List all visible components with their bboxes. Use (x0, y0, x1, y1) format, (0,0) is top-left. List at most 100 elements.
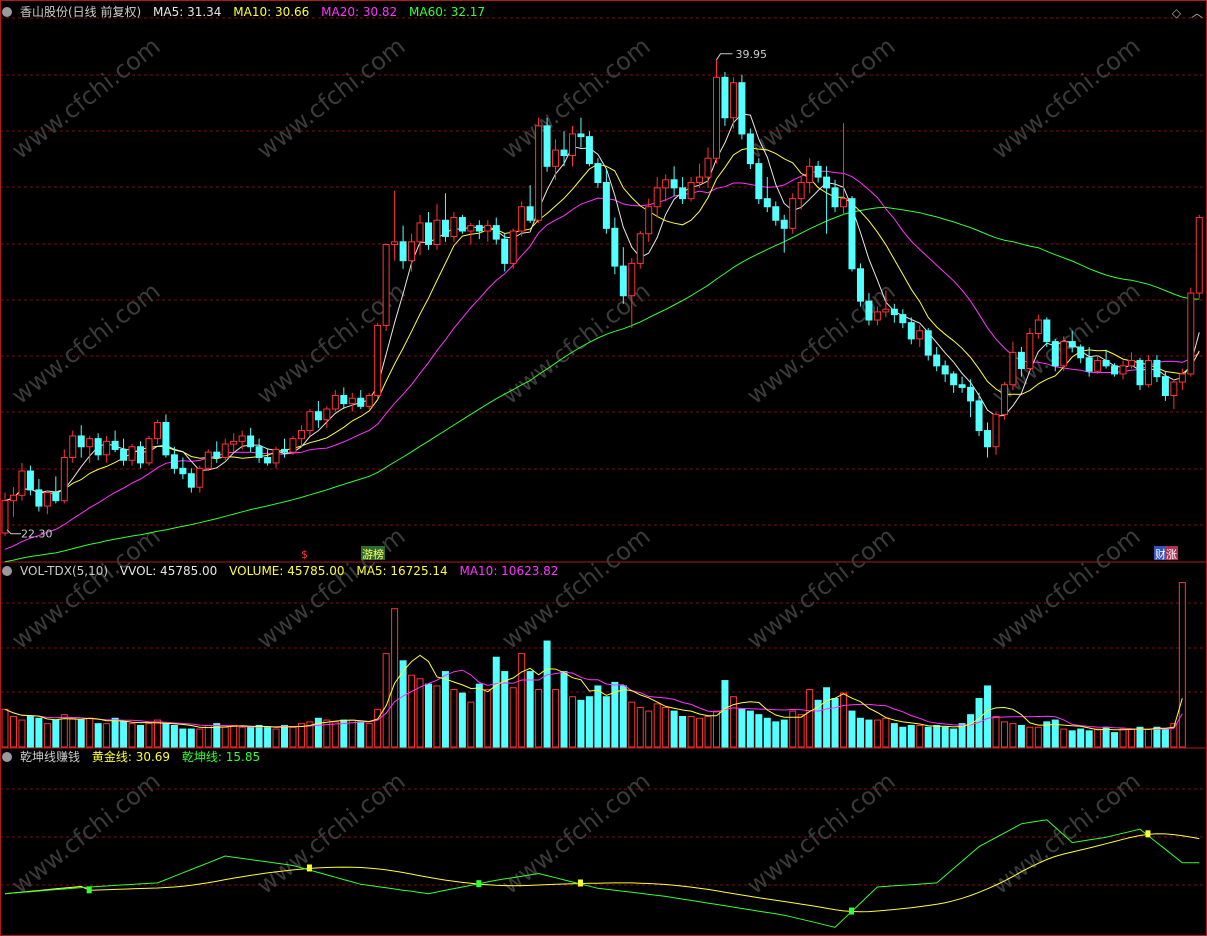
volume-bar (636, 706, 644, 748)
volume-bar (780, 719, 788, 748)
volume-bar (653, 703, 661, 748)
qiankun-line-label: 乾坤线: 15.85 (181, 750, 261, 764)
candle-body (560, 149, 568, 157)
candle-body (865, 300, 873, 321)
candle (958, 376, 966, 393)
volume-bar (1161, 728, 1169, 748)
volume-bar (789, 710, 797, 748)
dropdown-dot-icon[interactable] (2, 566, 12, 576)
candle (1187, 287, 1195, 377)
high-pointer (716, 53, 733, 61)
volume-bar (433, 685, 441, 748)
volume-bar (297, 723, 305, 748)
vol-panel-header: VOL-TDX(5,10) VVOL: 45785.00 VOLUME: 457… (2, 564, 566, 578)
candle (204, 449, 212, 472)
candle-body (1077, 346, 1085, 359)
candle-body (1128, 359, 1136, 367)
volume-bar (247, 726, 255, 748)
volume-bar (179, 728, 187, 748)
candle (26, 465, 34, 496)
candle-body (238, 435, 246, 442)
candle-body (1017, 351, 1025, 370)
candle (552, 139, 560, 180)
watermark-text: www.cfchi.com (251, 767, 410, 900)
candle-body (1119, 365, 1127, 375)
candle (374, 322, 382, 399)
candle-body (1060, 341, 1068, 367)
volume-bar (899, 726, 907, 748)
candle (1170, 379, 1178, 409)
volume-bar (348, 719, 356, 748)
diamond-icon[interactable]: ◇ (1172, 6, 1181, 20)
volume-bar (1128, 728, 1136, 748)
candle-body (94, 438, 102, 456)
candle-body (696, 176, 704, 183)
candle-body (958, 384, 966, 388)
candle-body (1051, 341, 1059, 367)
candle-body (806, 165, 814, 183)
chevron-up-icon[interactable]: ︿ (1191, 6, 1203, 20)
volume-bar (1102, 726, 1110, 748)
candle (501, 233, 509, 272)
dropdown-dot-icon[interactable] (2, 752, 12, 762)
volume-bar (137, 724, 145, 748)
volume-bar (281, 724, 289, 748)
candle (9, 487, 17, 517)
volume-bar (425, 683, 432, 748)
event-marker: $ (301, 548, 308, 561)
candle (137, 441, 145, 469)
dropdown-dot-icon[interactable] (2, 7, 12, 17)
volume-bar (823, 687, 831, 748)
candle-body (662, 179, 670, 189)
candle (840, 123, 848, 215)
candle (314, 400, 322, 428)
candle (899, 309, 907, 329)
volume-bar (535, 689, 543, 748)
candle (890, 303, 898, 323)
candle (1000, 382, 1008, 420)
volume-bar (712, 710, 720, 748)
candle (738, 74, 746, 140)
candle (425, 212, 432, 250)
volume-bar (543, 640, 551, 748)
candle-body (1136, 359, 1144, 386)
volume-bar (170, 724, 178, 748)
candle-body (619, 265, 627, 297)
candle (264, 449, 272, 466)
candle (577, 117, 585, 148)
candle (933, 346, 941, 372)
candle-body (314, 411, 322, 421)
volume-bar (1136, 726, 1144, 748)
volume-bar (882, 717, 890, 748)
candle-body (492, 225, 500, 240)
watermark-text: www.cfchi.com (741, 522, 900, 655)
volume-bar (365, 723, 373, 748)
vol-panel-title[interactable]: VOL-TDX(5,10) (2, 564, 108, 578)
volume-bar (484, 689, 492, 748)
watermark-text: www.cfchi.com (6, 32, 165, 165)
candle-body (543, 125, 551, 167)
cross-signal (1145, 830, 1151, 838)
volume-bar (890, 723, 898, 748)
candle-body (611, 227, 619, 267)
volume-bar (128, 723, 136, 748)
volume-bar (1144, 728, 1152, 748)
ind-panel-title[interactable]: 乾坤线赚钱 (2, 750, 80, 764)
watermark-text: www.cfchi.com (6, 277, 165, 410)
candle-body (831, 187, 839, 208)
candle-body (1102, 359, 1110, 367)
main-panel-title[interactable]: 香山股份(日线 前复权) (2, 5, 141, 19)
candle-body (204, 451, 212, 469)
candle (653, 177, 661, 218)
candle-body (365, 395, 373, 407)
candle-body (213, 451, 221, 459)
candle-body (924, 330, 932, 356)
candle-body (374, 324, 382, 397)
candle-body (484, 225, 492, 232)
candle-body (518, 206, 526, 232)
candle-body (43, 492, 51, 507)
annotations: 39.95 22.30 $ 游榜 财涨 (6, 48, 1178, 561)
candle (1136, 357, 1144, 391)
candle (162, 414, 170, 458)
volume-bar (153, 719, 161, 748)
